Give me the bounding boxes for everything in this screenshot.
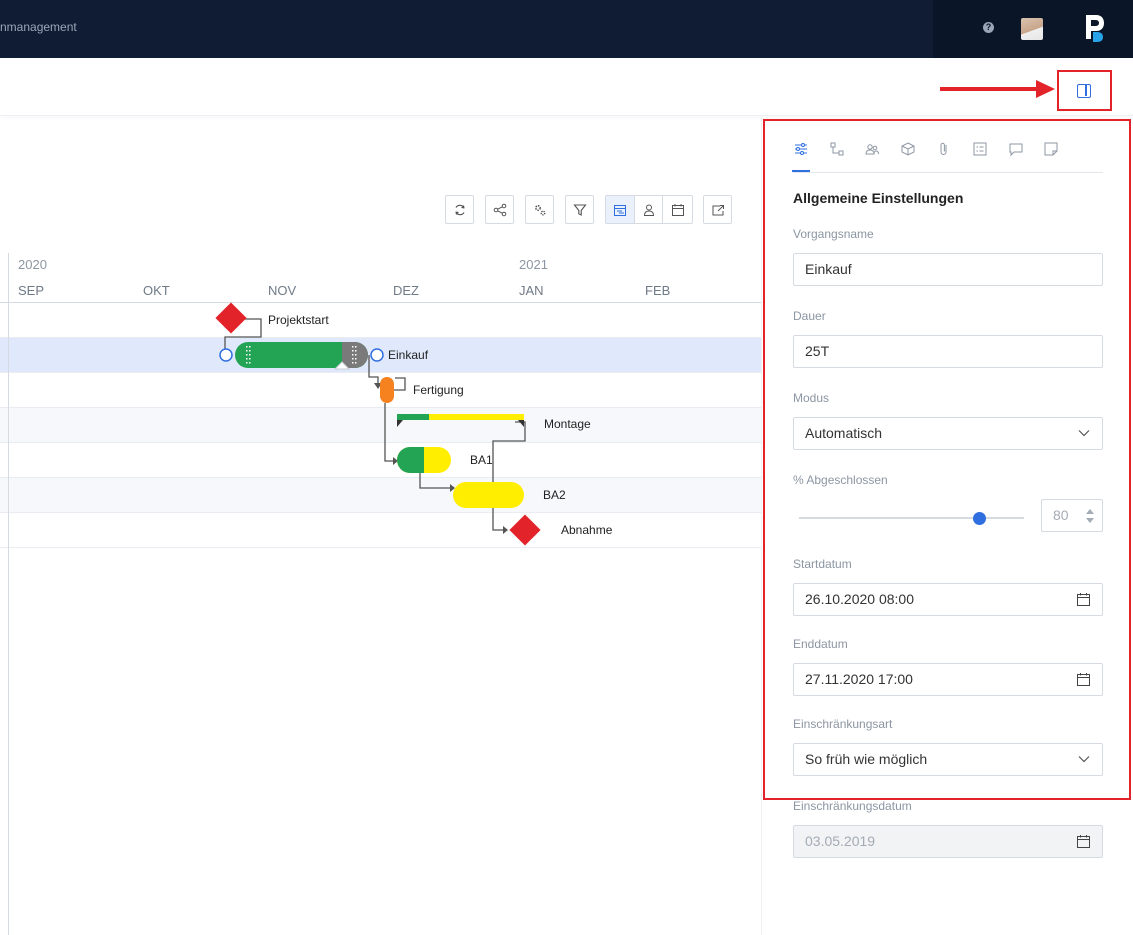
task-details-highlight [763, 119, 1131, 800]
section-title: Allgemeine Einstellungen [793, 190, 964, 206]
gantt-chart [215, 302, 541, 546]
chevron-down-icon [1078, 756, 1090, 763]
field-label: % Abgeschlossen [793, 473, 888, 487]
resources-icon [865, 144, 879, 155]
cube-icon [901, 142, 915, 156]
task-label: Einkauf [388, 348, 429, 362]
toggle-side-panel-button[interactable] [1057, 70, 1112, 111]
field-label: Vorgangsname [793, 227, 874, 241]
annotation-arrow [940, 80, 1055, 98]
end-date-field[interactable]: 27.11.2020 17:00 [793, 663, 1103, 696]
task-label: Projektstart [268, 313, 329, 327]
settings-sliders-icon [795, 143, 807, 155]
task-bar[interactable] [380, 377, 394, 403]
field-label: Einschränkungsdatum [793, 799, 912, 813]
field-label: Dauer [793, 309, 826, 323]
active-tab-indicator [792, 170, 810, 172]
checklist-icon [973, 142, 987, 156]
duration-value: 25T [805, 343, 830, 359]
task-name-field[interactable]: Einkauf [793, 253, 1103, 286]
panel-divider [761, 116, 762, 935]
constraint-type-select[interactable]: So früh wie möglich [793, 743, 1103, 776]
milestone-marker[interactable] [215, 302, 247, 334]
attachment-icon [940, 142, 947, 155]
tab-material[interactable] [900, 141, 918, 159]
end-date-value: 27.11.2020 17:00 [805, 671, 913, 687]
calendar-icon[interactable] [1076, 834, 1091, 849]
start-date-value: 26.10.2020 08:00 [805, 591, 914, 607]
constraint-type-value: So früh wie möglich [805, 751, 928, 767]
task-label: BA2 [543, 488, 566, 502]
progress-slider-track[interactable] [799, 517, 1024, 519]
link-handle-start[interactable] [219, 348, 233, 362]
note-icon [1044, 142, 1058, 156]
field-label: Enddatum [793, 637, 848, 651]
start-date-field[interactable]: 26.10.2020 08:00 [793, 583, 1103, 616]
logo-icon [1086, 15, 1104, 42]
spin-down-icon[interactable] [1086, 518, 1094, 523]
progress-number-input[interactable]: 80 [1041, 499, 1103, 532]
constraint-date-value: 03.05.2019 [805, 833, 876, 849]
tab-general[interactable] [793, 141, 811, 159]
duration-field[interactable]: 25T [793, 335, 1103, 368]
summary-bar[interactable] [397, 414, 429, 420]
task-label: BA1 [470, 453, 493, 467]
task-label: Fertigung [413, 383, 464, 397]
milestone-marker[interactable] [509, 514, 541, 546]
constraint-date-field[interactable]: 03.05.2019 [793, 825, 1103, 858]
mode-select[interactable]: Automatisch [793, 417, 1103, 450]
help-icon[interactable]: ? [983, 22, 994, 33]
task-name-value: Einkauf [805, 261, 852, 277]
calendar-icon[interactable] [1076, 672, 1091, 687]
dependencies-icon [830, 142, 844, 156]
field-label: Modus [793, 391, 830, 405]
tab-attachments[interactable] [936, 141, 954, 159]
calendar-icon[interactable] [1076, 592, 1091, 607]
task-label: Montage [544, 417, 591, 431]
tab-dependencies[interactable] [829, 141, 847, 159]
progress-value: 80 [1053, 507, 1069, 523]
task-bar[interactable] [453, 482, 524, 508]
link-handle-end[interactable] [370, 348, 384, 362]
field-label: Startdatum [793, 557, 852, 571]
progress-slider-thumb[interactable] [973, 512, 986, 525]
task-label: Abnahme [561, 523, 613, 537]
chevron-down-icon [1078, 430, 1090, 437]
tab-comments[interactable] [1008, 141, 1026, 159]
side-panel-icon [1077, 84, 1091, 98]
tab-resources[interactable] [864, 141, 882, 159]
mode-value: Automatisch [805, 425, 883, 441]
tab-notes[interactable] [1043, 141, 1061, 159]
avatar[interactable] [1021, 18, 1043, 40]
field-label: Einschränkungsart [793, 717, 893, 731]
tab-checklist[interactable] [972, 141, 990, 159]
spin-up-icon[interactable] [1086, 509, 1094, 514]
comment-icon [1009, 143, 1023, 157]
